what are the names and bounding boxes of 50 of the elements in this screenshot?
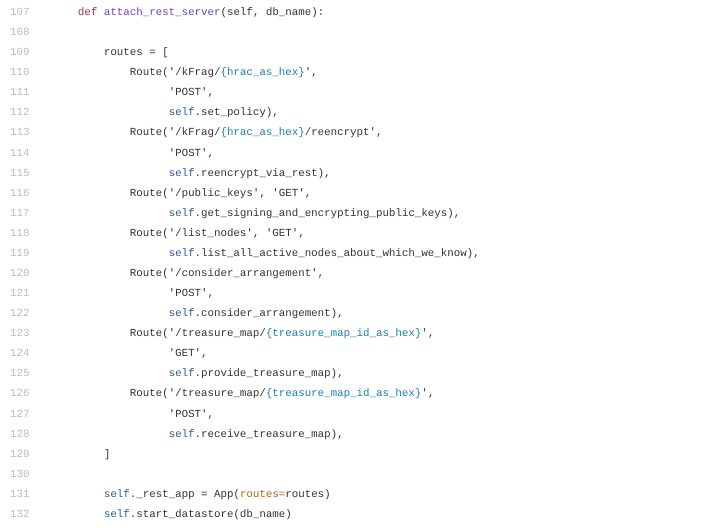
code-line: self.provide_treasure_map), — [168, 367, 344, 382]
line-number: 119 — [10, 246, 30, 262]
code-line: Route('/consider_arrangement', — [128, 267, 324, 282]
code-line: routes = [ — [102, 46, 169, 62]
code-line: self.get_signing_and_encrypting_public_keys), — [168, 206, 460, 222]
code-line: self.start_datastore(db_name) — [102, 508, 292, 523]
line-number: 110 — [10, 66, 30, 82]
line-number: 113 — [10, 126, 30, 142]
code-line: Route('/public_keys', 'GET', — [128, 186, 312, 202]
line-number: 132 — [10, 508, 30, 523]
line-number: 129 — [10, 448, 30, 463]
code-line: def attach_rest_server(self, db_name): — [76, 6, 324, 21]
code-line: Route('/treasure_map/{treasure_map_id_as_hex}', — [128, 327, 434, 342]
line-number: 107 — [10, 6, 30, 21]
line-number: 116 — [10, 186, 30, 202]
code-line: 'GET', — [168, 347, 208, 362]
code-line: Route('/treasure_map/{treasure_map_id_as_hex}', — [128, 387, 434, 402]
code-line: self.receive_treasure_map), — [168, 428, 344, 443]
code-line: Route('/kFrag/{hrac_as_hex}/reencrypt', — [128, 126, 382, 142]
code-line: self.list_all_active_nodes_about_which_we_know), — [168, 246, 480, 262]
code-line: 'POST', — [168, 86, 214, 102]
line-number: 122 — [10, 307, 30, 322]
code-line: ] — [102, 448, 110, 463]
line-number: 118 — [10, 226, 30, 242]
code-line: 'POST', — [168, 287, 214, 302]
code-line: self.consider_arrangement), — [168, 307, 344, 322]
line-number: 115 — [10, 166, 30, 182]
line-number: 117 — [10, 206, 30, 222]
line-number: 114 — [10, 146, 30, 162]
code-line: Route('/list_nodes', 'GET', — [128, 226, 305, 242]
line-number: 128 — [10, 428, 30, 443]
code-line: self.set_policy), — [168, 106, 279, 122]
line-number: 120 — [10, 267, 30, 282]
code-line: Route('/kFrag/{hrac_as_hex}', — [128, 66, 318, 82]
code-line: self.reencrypt_via_rest), — [168, 166, 331, 182]
line-number: 108 — [10, 26, 30, 42]
line-number: 109 — [10, 46, 30, 62]
line-number: 123 — [10, 327, 30, 342]
code-line: 'POST', — [168, 146, 214, 162]
code-line: self._rest_app = App(routes=routes) — [102, 488, 331, 503]
code-line: 'POST', — [168, 408, 214, 423]
line-number: 127 — [10, 408, 30, 423]
line-number: 131 — [10, 488, 30, 503]
line-number: 124 — [10, 347, 30, 362]
line-number: 130 — [10, 468, 30, 483]
line-number: 112 — [10, 106, 30, 122]
line-number: 126 — [10, 387, 30, 402]
line-number: 125 — [10, 367, 30, 382]
line-number: 121 — [10, 287, 30, 302]
line-number: 111 — [10, 86, 30, 102]
